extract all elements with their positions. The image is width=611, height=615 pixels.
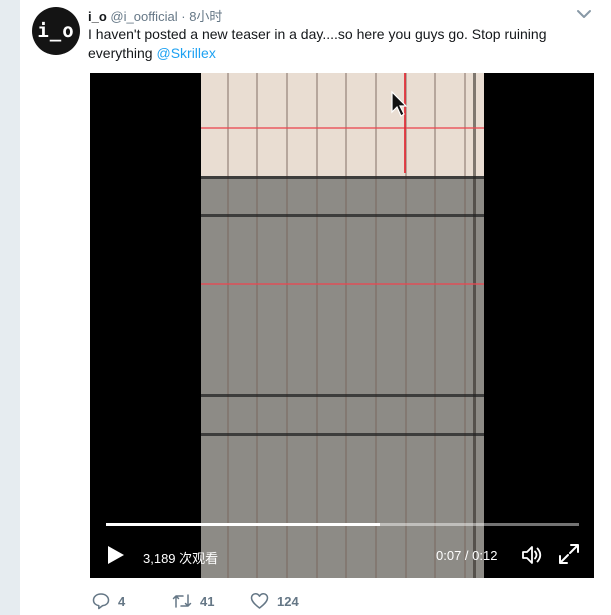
- mention-link[interactable]: @Skrillex: [156, 45, 215, 61]
- video-frame: [201, 73, 484, 578]
- tweet-text-line: I haven't posted a new teaser in a day..…: [88, 26, 547, 42]
- video-frame-light-area: [201, 73, 484, 176]
- reply-count: 4: [118, 593, 126, 609]
- play-icon[interactable]: [107, 545, 125, 565]
- video-progress-fill: [106, 523, 381, 526]
- like-button[interactable]: 124: [250, 592, 299, 610]
- display-name[interactable]: i_o: [88, 9, 107, 24]
- tweet-text: I haven't posted a new teaser in a day..…: [88, 25, 548, 63]
- retweet-button[interactable]: 41: [172, 592, 214, 610]
- timestamp[interactable]: 8小时: [189, 9, 222, 24]
- reply-icon: [92, 593, 110, 610]
- retweet-count: 41: [200, 593, 215, 609]
- volume-icon[interactable]: [520, 543, 544, 567]
- reply-button[interactable]: 4: [92, 592, 125, 610]
- fullscreen-icon[interactable]: [558, 543, 580, 565]
- avatar-logo-text: i_o: [37, 20, 75, 42]
- retweet-icon: [172, 594, 192, 608]
- view-count: 3,189 次观看: [143, 551, 219, 566]
- video-progress-bar[interactable]: [106, 523, 579, 526]
- like-count: 124: [277, 593, 299, 609]
- chevron-down-icon[interactable]: [576, 8, 592, 20]
- cursor-icon: [391, 90, 408, 117]
- tweet-header: i_o @i_oofficial · 8小时: [88, 6, 222, 25]
- separator-dot: ·: [181, 9, 186, 24]
- tweet-text-fragment: everything: [88, 45, 157, 61]
- tweet-text-line: everything @Skrillex: [88, 44, 548, 63]
- video-timecode: 0:07 / 0:12: [436, 548, 498, 563]
- video-player[interactable]: 3,189 次观看 0:07 / 0:12: [90, 73, 594, 578]
- user-handle[interactable]: @i_oofficial: [110, 9, 177, 24]
- avatar[interactable]: i_o: [32, 7, 80, 55]
- heart-icon: [250, 593, 269, 609]
